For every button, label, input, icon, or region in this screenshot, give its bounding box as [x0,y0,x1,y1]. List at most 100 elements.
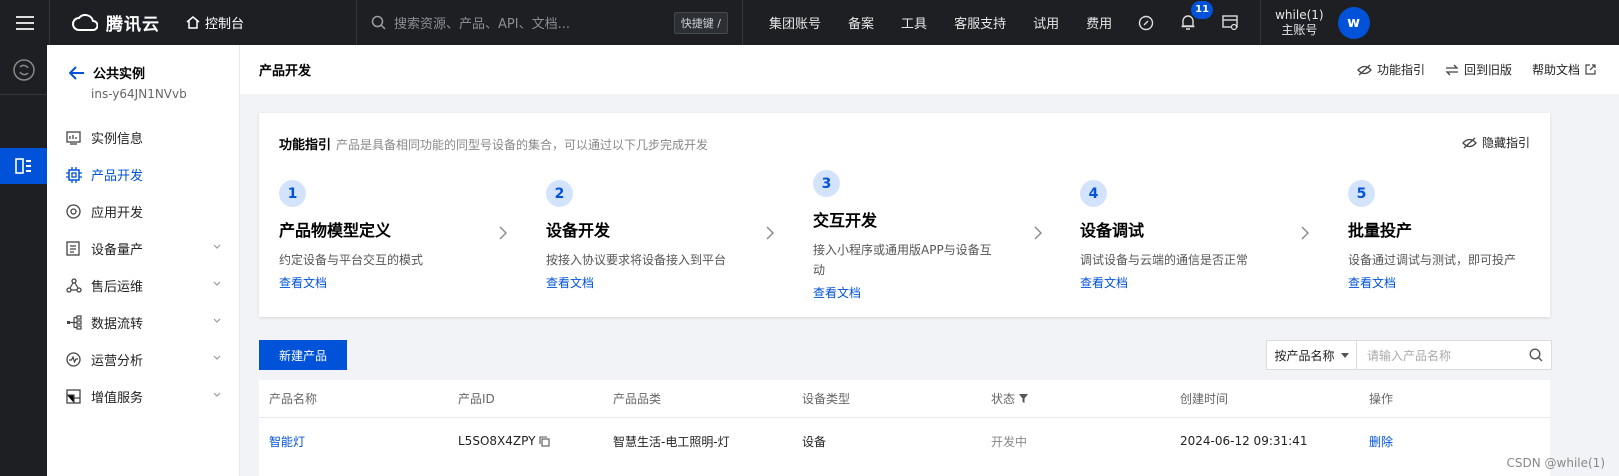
new-product-button[interactable]: 新建产品 [259,340,347,370]
nodes-icon [66,278,82,294]
eye-off-icon [1357,64,1372,75]
user-account[interactable]: while(1) 主账号 [1260,0,1324,45]
external-link-icon [1585,64,1596,75]
workorder-icon[interactable] [1222,15,1238,30]
sidebar-item-label: 产品开发 [91,169,144,184]
pulse-icon [66,352,82,368]
guide-step: 5 批量投产 设备通过调试与测试，即可投产 查看文档 [1348,180,1563,291]
watermark: CSDN @while(1) [1506,456,1606,470]
step-doc-link[interactable]: 查看文档 [546,274,761,291]
chevron-down-icon [213,355,221,360]
step-doc-link[interactable]: 查看文档 [813,284,1028,301]
global-search[interactable]: 搜索资源、产品、API、文档... 快捷键 / [357,0,742,45]
swap-icon [1445,64,1459,75]
chevron-right-icon [1034,226,1042,240]
nav-tools[interactable]: 工具 [901,13,927,32]
product-rail [0,45,47,476]
sidebar-item-product-dev[interactable]: 产品开发 [47,156,239,193]
nav-group-account[interactable]: 集团账号 [769,13,821,32]
bell-icon[interactable]: 11 [1180,1,1214,31]
help-docs-link[interactable]: 帮助文档 [1532,61,1596,78]
chip-icon [66,166,82,183]
sidebar-item-value-added[interactable]: 增值服务 [47,378,239,415]
brand-name: 腾讯云 [106,15,160,35]
hide-guide-button[interactable]: 隐藏指引 [1462,134,1530,151]
back-to-instances[interactable]: 公共实例 [69,63,239,82]
eye-off-icon [1462,137,1477,148]
page-title: 产品开发 [259,64,312,79]
link-label: 回到旧版 [1463,63,1512,77]
sidebar-item-label: 售后运维 [91,280,144,295]
clock-link-icon[interactable] [1138,15,1154,31]
sidebar-item-after-sales[interactable]: 售后运维 [47,267,239,304]
step-number: 2 [546,180,573,207]
column-header: 产品名称 [269,392,318,406]
nav-support[interactable]: 客服支持 [954,13,1006,32]
iot-product-icon[interactable] [0,45,47,95]
status-text: 开发中 [991,434,1028,449]
sidebar-item-data-flow[interactable]: 数据流转 [47,304,239,341]
avatar[interactable]: w [1337,6,1370,39]
table-header: 产品名称 产品ID 产品品类 设备类型 状态 创建时间 操作 [259,380,1550,418]
link-label: 功能指引 [1376,63,1425,77]
product-table: 产品名称 产品ID 产品品类 设备类型 状态 创建时间 操作 智能灯 L5SO8… [259,380,1550,476]
chevron-right-icon [766,226,774,240]
delete-button[interactable]: 删除 [1359,433,1479,450]
column-header-label: 状态 [991,392,1016,406]
step-number: 3 [813,170,840,197]
product-name-search-input[interactable]: 请输入产品名称 [1357,341,1551,369]
back-to-old-version-link[interactable]: 回到旧版 [1445,61,1512,78]
device-type: 设备 [802,434,827,449]
sidebar-item-app-dev[interactable]: 应用开发 [47,193,239,230]
chevron-down-icon [213,281,221,286]
filter-icon[interactable] [1019,394,1029,403]
sidebar-item-label: 增值服务 [91,391,144,406]
feature-guide-link[interactable]: 功能指引 [1357,61,1425,78]
step-doc-link[interactable]: 查看文档 [1080,274,1295,291]
sidebar-item-mass-production[interactable]: 设备量产 [47,230,239,267]
instance-title: 公共实例 [93,67,146,82]
search-placeholder: 请输入产品名称 [1367,348,1452,363]
product-name-link[interactable]: 智能灯 [259,433,448,450]
step-description: 设备通过调试与测试，即可投产 [1348,253,1517,267]
nav-icp[interactable]: 备案 [848,13,874,32]
list-doc-icon [66,241,82,257]
menu-icon[interactable] [0,0,50,45]
home-icon [186,16,200,29]
circle-gear-icon [66,204,82,220]
step-number: 1 [279,180,306,207]
search-icon [371,15,386,30]
console-link[interactable]: 控制台 [186,13,244,32]
cloud-logo-icon [72,13,98,31]
guide-header: 功能指引 产品是具备相同功能的同型号设备的集合，可以通过以下几步完成开发 [279,134,708,153]
chevron-right-icon [1301,226,1309,240]
guide-step: 2 设备开发 按接入协议要求将设备接入到平台 查看文档 [546,180,761,291]
sidebar-item-operations[interactable]: 运营分析 [47,341,239,378]
sidebar-item-instance-info[interactable]: 实例信息 [47,119,239,156]
rail-item-active[interactable] [0,148,47,184]
console-label: 控制台 [205,17,245,32]
status-column-header[interactable]: 状态 [981,390,1170,407]
feature-guide-card: 功能指引 产品是具备相同功能的同型号设备的集合，可以通过以下几步完成开发 隐藏指引… [259,113,1550,317]
chevron-down-icon [213,392,221,397]
nav-billing[interactable]: 费用 [1086,13,1112,32]
top-navigation-bar: 腾讯云 控制台 搜索资源、产品、API、文档... 快捷键 / 集团账号 备案 … [0,0,1619,45]
step-title: 设备调试 [1080,221,1145,240]
step-doc-link[interactable]: 查看文档 [279,274,494,291]
filter-field-select[interactable]: 按产品名称 [1267,341,1357,369]
flow-icon [66,315,82,331]
product-filter: 按产品名称 请输入产品名称 [1266,340,1552,370]
top-nav-links: 集团账号 备案 工具 客服支持 试用 费用 [743,13,1112,32]
chevron-down-icon [213,244,221,249]
instance-id: ins-y64JN1NVvb [91,87,187,101]
nav-trial[interactable]: 试用 [1033,13,1059,32]
user-role: 主账号 [1281,22,1318,37]
step-title: 批量投产 [1348,221,1413,240]
header-links: 功能指引 回到旧版 帮助文档 [1357,61,1596,78]
product-list-icon [14,158,31,174]
step-doc-link[interactable]: 查看文档 [1348,274,1563,291]
sidebar: 公共实例 ins-y64JN1NVvb 实例信息 产品开发 应用开发 设备量产 … [47,45,240,476]
copy-icon[interactable] [539,435,550,447]
search-icon[interactable] [1529,348,1543,362]
brand-logo[interactable]: 腾讯云 [72,10,160,35]
